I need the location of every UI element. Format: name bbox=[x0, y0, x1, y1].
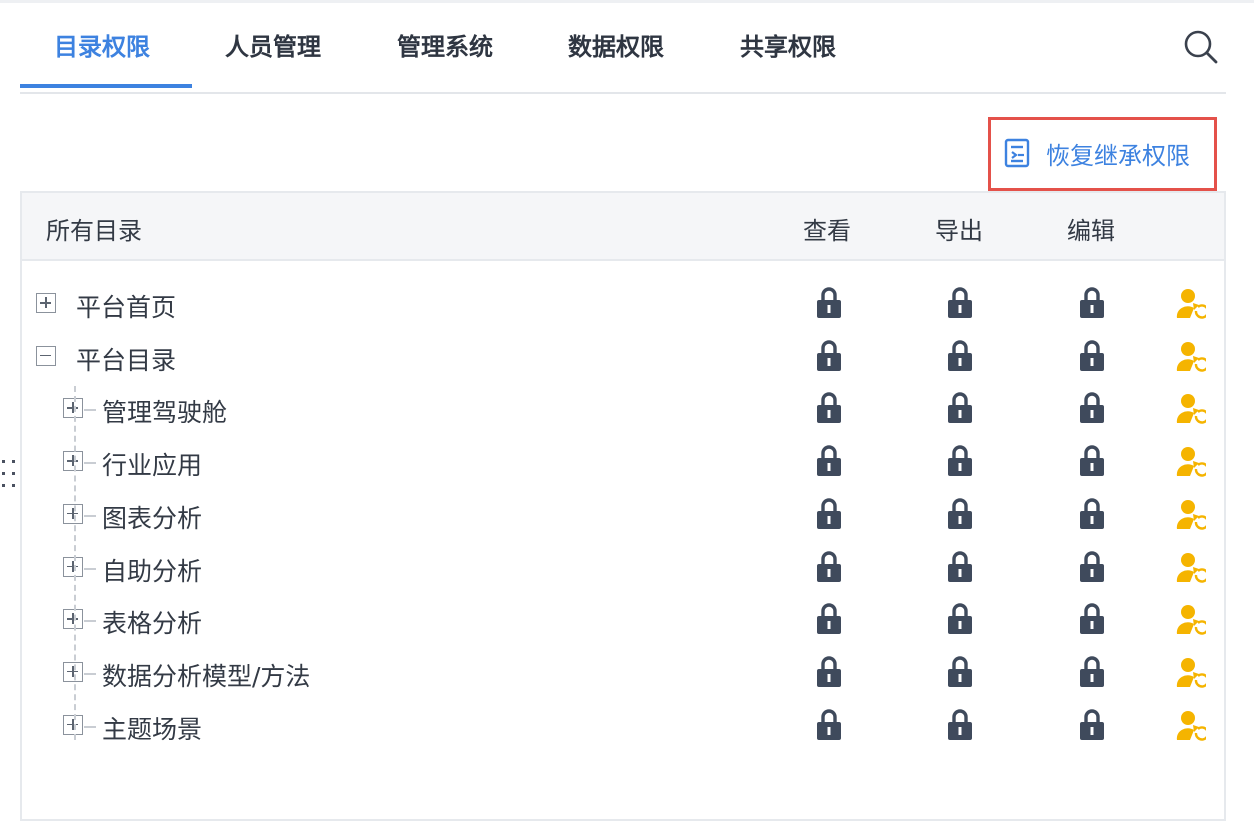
tree-branch-line bbox=[84, 567, 96, 570]
tree-row-label[interactable]: 行业应用 bbox=[102, 446, 202, 482]
tree-branch-line bbox=[84, 409, 96, 412]
view-lock-icon[interactable] bbox=[815, 654, 843, 688]
user-inherit-icon[interactable] bbox=[1176, 446, 1210, 478]
tree-branch-line bbox=[84, 514, 96, 517]
export-lock-icon[interactable] bbox=[946, 443, 974, 477]
tab-share-permission[interactable]: 共享权限 bbox=[740, 30, 836, 64]
tree-row: 主题场景 bbox=[22, 702, 1224, 754]
user-inherit-icon[interactable] bbox=[1176, 710, 1210, 742]
tree-row-label[interactable]: 图表分析 bbox=[102, 499, 202, 535]
tab-bar: 目录权限 人员管理 管理系统 数据权限 共享权限 bbox=[20, 0, 1226, 94]
tree-row-label[interactable]: 平台首页 bbox=[76, 288, 176, 324]
tree-row-label[interactable]: 表格分析 bbox=[102, 604, 202, 640]
edit-lock-icon[interactable] bbox=[1078, 707, 1106, 741]
expand-toggle-icon[interactable] bbox=[63, 451, 83, 472]
tab-data-permission[interactable]: 数据权限 bbox=[568, 30, 664, 64]
tree-row: 行业应用 bbox=[22, 438, 1224, 490]
collapse-toggle-icon[interactable] bbox=[36, 345, 56, 366]
view-lock-icon[interactable] bbox=[815, 496, 843, 530]
tree-branch-line bbox=[84, 672, 96, 675]
export-lock-icon[interactable] bbox=[946, 549, 974, 583]
user-inherit-icon[interactable] bbox=[1176, 657, 1210, 689]
tree-branch-line bbox=[84, 462, 96, 465]
tree-branch-line bbox=[84, 620, 96, 623]
tree-row-label[interactable]: 平台目录 bbox=[76, 341, 176, 377]
tree-row-label[interactable]: 主题场景 bbox=[102, 710, 202, 746]
export-lock-icon[interactable] bbox=[946, 338, 974, 372]
user-inherit-icon[interactable] bbox=[1176, 288, 1210, 320]
restore-inherit-button[interactable]: 恢复继承权限 bbox=[1004, 133, 1190, 173]
tree-row: 管理驾驶舱 bbox=[22, 385, 1224, 437]
edit-lock-icon[interactable] bbox=[1078, 338, 1106, 372]
user-inherit-icon[interactable] bbox=[1176, 341, 1210, 373]
tab-management-system[interactable]: 管理系统 bbox=[397, 30, 493, 64]
export-lock-icon[interactable] bbox=[946, 601, 974, 635]
tree-guide-line bbox=[74, 386, 76, 740]
expand-toggle-icon[interactable] bbox=[63, 661, 83, 682]
table-header: 所有目录 查看 导出 编辑 bbox=[22, 193, 1224, 261]
expand-toggle-icon[interactable] bbox=[63, 609, 83, 630]
expand-toggle-icon[interactable] bbox=[63, 714, 83, 735]
user-inherit-icon[interactable] bbox=[1176, 604, 1210, 636]
drag-handle-icon[interactable] bbox=[0, 456, 20, 492]
search-icon[interactable] bbox=[1182, 28, 1220, 66]
view-lock-icon[interactable] bbox=[815, 390, 843, 424]
tree-row-label[interactable]: 数据分析模型/方法 bbox=[102, 657, 310, 693]
expand-toggle-icon[interactable] bbox=[63, 556, 83, 577]
restore-inherit-icon bbox=[1004, 138, 1030, 168]
tree-row: 平台目录 bbox=[22, 333, 1224, 385]
tree-row: 数据分析模型/方法 bbox=[22, 649, 1224, 701]
tab-directory-permission[interactable]: 目录权限 bbox=[54, 30, 150, 64]
view-lock-icon[interactable] bbox=[815, 601, 843, 635]
header-edit: 编辑 bbox=[1067, 217, 1115, 245]
expand-toggle-icon[interactable] bbox=[63, 398, 83, 419]
export-lock-icon[interactable] bbox=[946, 390, 974, 424]
expand-toggle-icon[interactable] bbox=[63, 503, 83, 524]
edit-lock-icon[interactable] bbox=[1078, 390, 1106, 424]
restore-inherit-label: 恢复继承权限 bbox=[1046, 141, 1190, 170]
header-view: 查看 bbox=[803, 217, 851, 245]
edit-lock-icon[interactable] bbox=[1078, 601, 1106, 635]
view-lock-icon[interactable] bbox=[815, 443, 843, 477]
header-all-directories: 所有目录 bbox=[46, 217, 142, 245]
edit-lock-icon[interactable] bbox=[1078, 285, 1106, 319]
export-lock-icon[interactable] bbox=[946, 707, 974, 741]
export-lock-icon[interactable] bbox=[946, 496, 974, 530]
view-lock-icon[interactable] bbox=[815, 549, 843, 583]
export-lock-icon[interactable] bbox=[946, 285, 974, 319]
tree-branch-line bbox=[84, 725, 96, 728]
edit-lock-icon[interactable] bbox=[1078, 496, 1106, 530]
user-inherit-icon[interactable] bbox=[1176, 552, 1210, 584]
tree-row: 表格分析 bbox=[22, 596, 1224, 648]
edit-lock-icon[interactable] bbox=[1078, 549, 1106, 583]
tree-row-label[interactable]: 管理驾驶舱 bbox=[102, 393, 227, 429]
user-inherit-icon[interactable] bbox=[1176, 393, 1210, 425]
view-lock-icon[interactable] bbox=[815, 707, 843, 741]
user-inherit-icon[interactable] bbox=[1176, 499, 1210, 531]
active-tab-indicator bbox=[20, 84, 192, 88]
view-lock-icon[interactable] bbox=[815, 285, 843, 319]
tab-personnel-management[interactable]: 人员管理 bbox=[225, 30, 321, 64]
tree-row: 图表分析 bbox=[22, 491, 1224, 543]
header-export: 导出 bbox=[935, 217, 983, 245]
edit-lock-icon[interactable] bbox=[1078, 443, 1106, 477]
tree-row-label[interactable]: 自助分析 bbox=[102, 552, 202, 588]
edit-lock-icon[interactable] bbox=[1078, 654, 1106, 688]
export-lock-icon[interactable] bbox=[946, 654, 974, 688]
tree-row: 平台首页 bbox=[22, 280, 1224, 332]
expand-toggle-icon[interactable] bbox=[36, 293, 56, 313]
tree-row: 自助分析 bbox=[22, 544, 1224, 596]
view-lock-icon[interactable] bbox=[815, 338, 843, 372]
